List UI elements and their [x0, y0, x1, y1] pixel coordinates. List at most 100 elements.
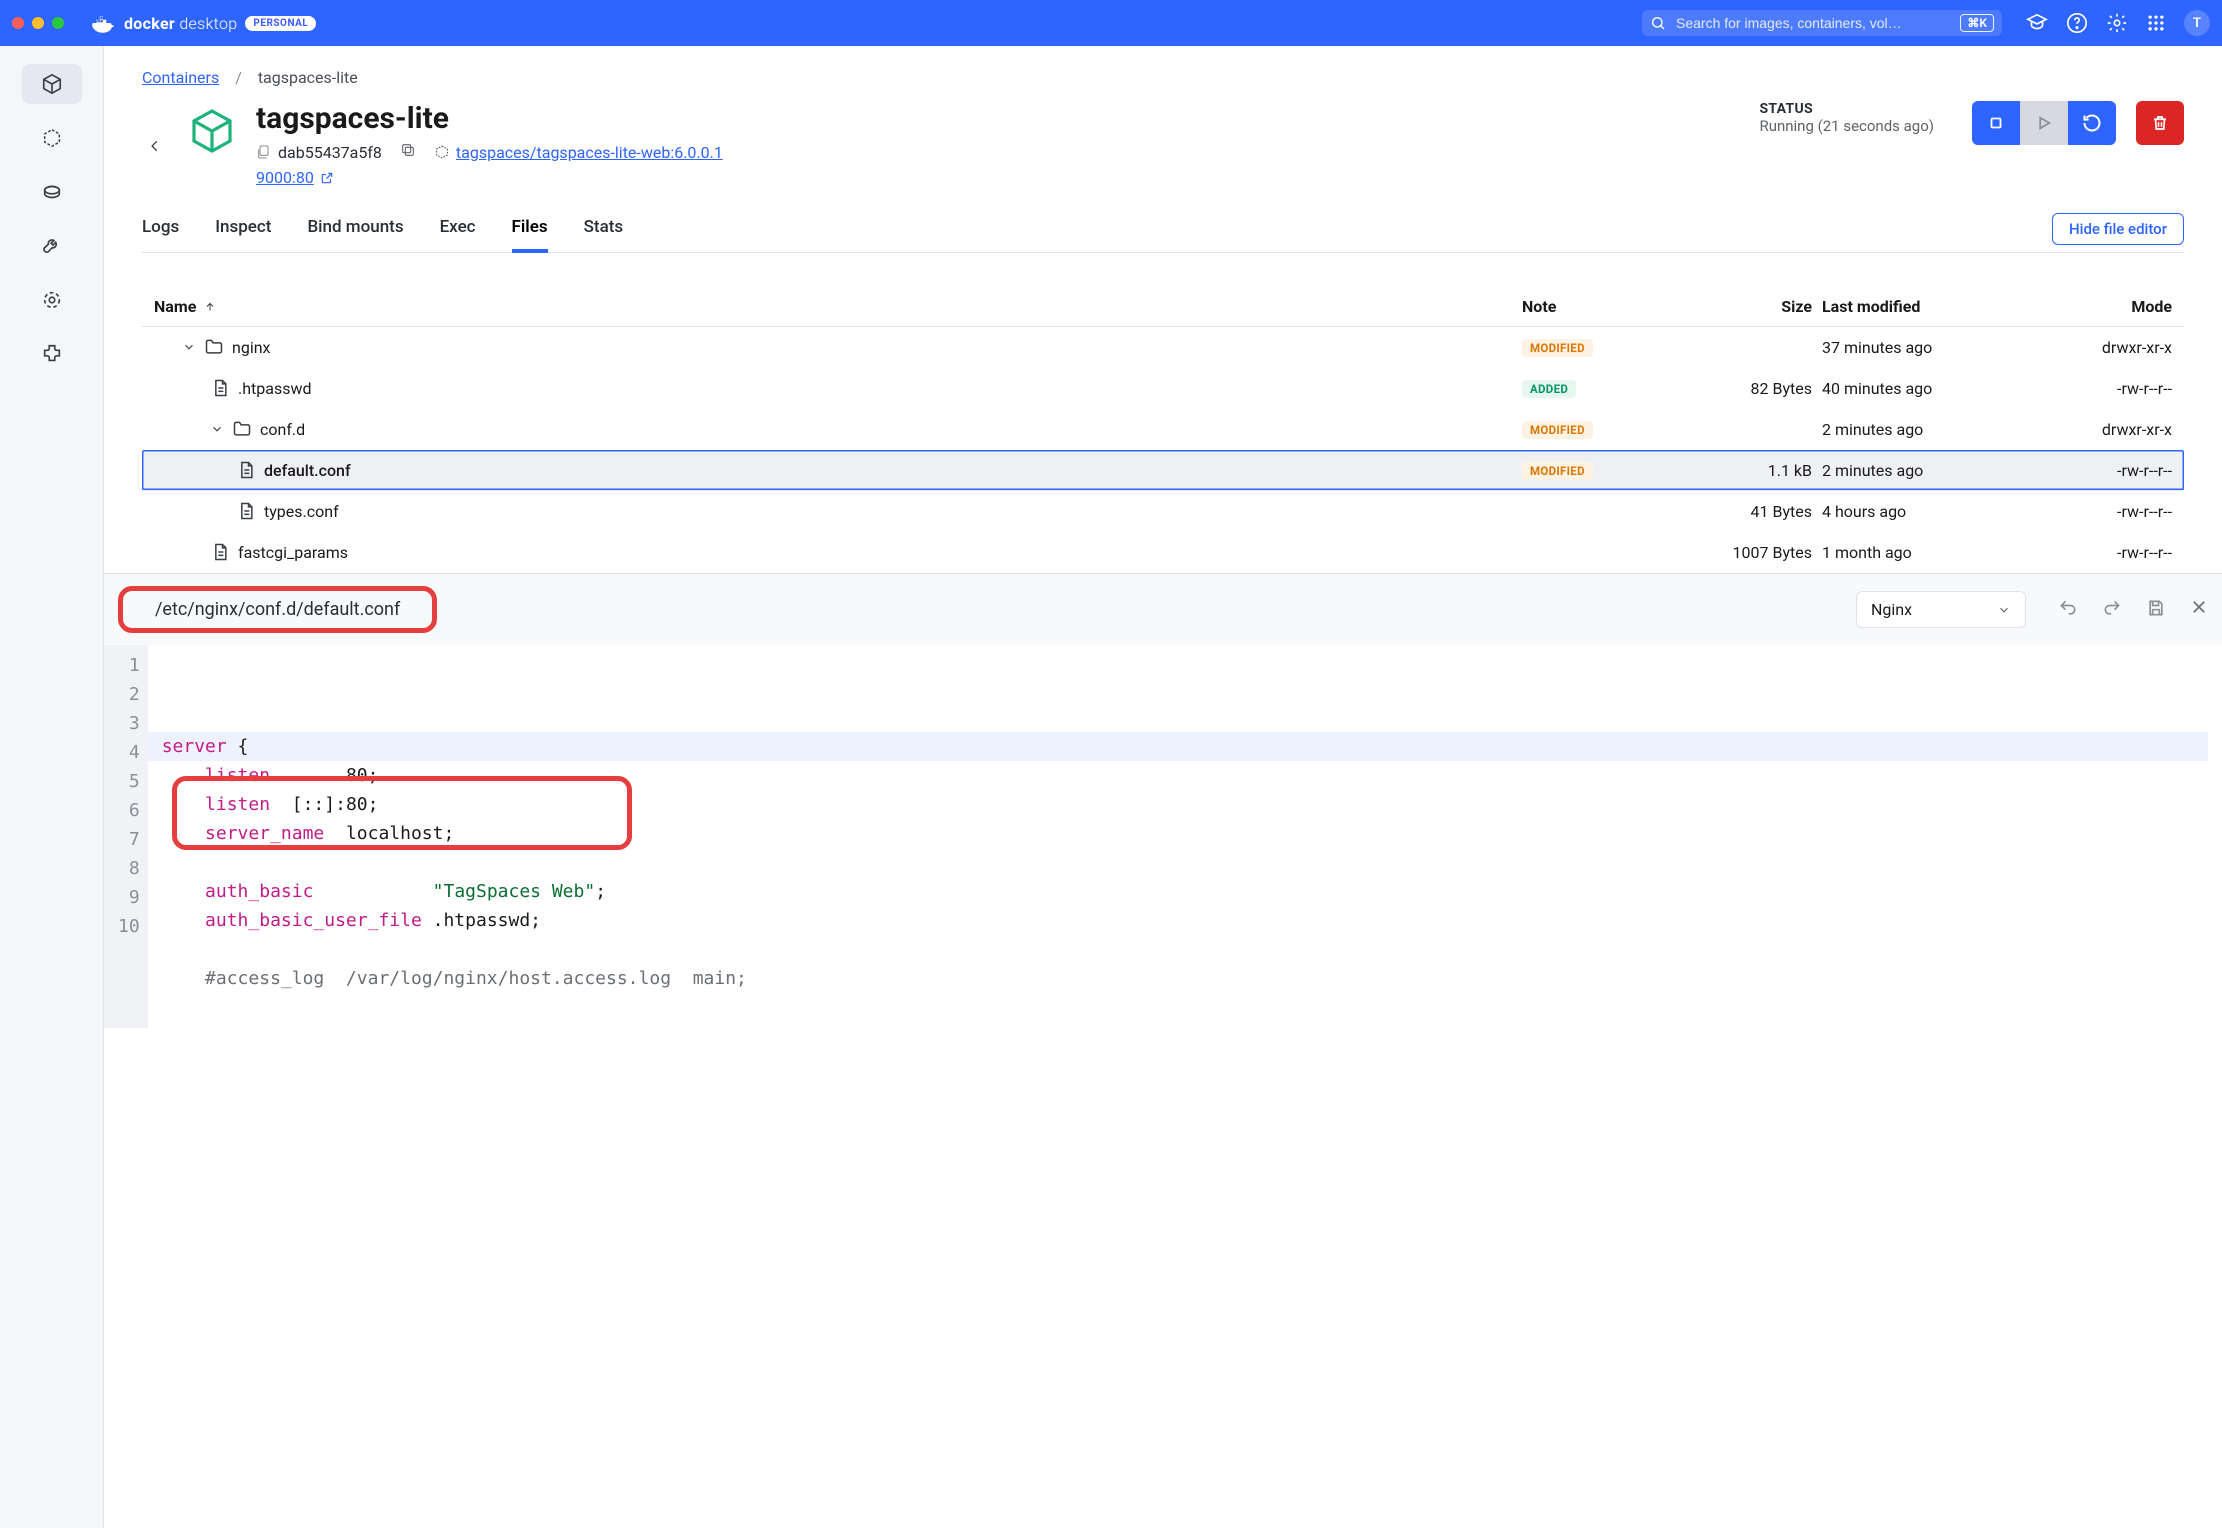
code-line[interactable]: listen 80; [162, 761, 2208, 790]
nav-dev-environments[interactable] [22, 226, 82, 266]
editor-header: /etc/nginx/conf.d/default.conf Nginx [104, 573, 2222, 645]
titlebar: docker desktop PERSONAL ⌘K T [0, 0, 2222, 46]
nav-images[interactable] [22, 118, 82, 158]
file-size: 1007 Bytes [1672, 543, 1812, 562]
file-mode: drwxr-xr-x [2032, 420, 2172, 439]
note-badge: MODIFIED [1522, 421, 1593, 439]
nav-sidebar [0, 46, 104, 1528]
search-input[interactable] [1674, 14, 1952, 32]
code-editor[interactable]: 12345678910 server { listen 80; listen [… [104, 645, 2222, 1028]
line-gutter: 12345678910 [104, 645, 148, 1028]
file-browser: Name Note Size Last modified Mode nginxM… [142, 287, 2184, 573]
nav-containers[interactable] [22, 64, 82, 104]
file-icon [236, 460, 256, 480]
nav-extensions[interactable] [22, 334, 82, 374]
apps-grid-icon[interactable] [2146, 13, 2166, 33]
expand-toggle-icon[interactable] [182, 340, 196, 354]
external-link-icon [320, 171, 334, 185]
brand-logo: docker desktop PERSONAL [90, 13, 316, 33]
col-mode[interactable]: Mode [2032, 297, 2172, 316]
container-tabs: Logs Inspect Bind mounts Exec Files Stats [142, 205, 623, 252]
code-line[interactable]: server_name localhost; [162, 819, 2208, 848]
window-close-button[interactable] [12, 17, 24, 29]
file-mode: -rw-r--r-- [2032, 461, 2172, 480]
breadcrumb: Containers / tagspaces-lite [142, 68, 2184, 87]
save-button[interactable] [2146, 598, 2166, 622]
nav-volumes[interactable] [22, 172, 82, 212]
status-block: STATUS Running (21 seconds ago) [1759, 101, 1934, 135]
code-line[interactable]: server { [148, 732, 2208, 761]
code-line[interactable]: #access_log /var/log/nginx/host.access.l… [162, 964, 2208, 993]
file-row[interactable]: types.conf41 Bytes4 hours ago-rw-r--r-- [142, 491, 2184, 532]
search-shortcut: ⌘K [1960, 14, 1994, 32]
delete-button[interactable] [2136, 101, 2184, 145]
code-line[interactable] [162, 935, 2208, 964]
expand-toggle-icon[interactable] [210, 422, 224, 436]
tab-files[interactable]: Files [512, 205, 548, 253]
redo-button[interactable] [2102, 598, 2122, 622]
file-name: .htpasswd [238, 379, 312, 398]
breadcrumb-current: tagspaces-lite [258, 68, 358, 87]
file-mode: -rw-r--r-- [2032, 379, 2172, 398]
code-line[interactable]: listen [::]:80; [162, 790, 2208, 819]
file-name: nginx [232, 338, 270, 357]
image-outline-icon [434, 144, 450, 160]
window-zoom-button[interactable] [52, 17, 64, 29]
code-content[interactable]: server { listen 80; listen [::]:80; serv… [148, 645, 2222, 1028]
file-row[interactable]: fastcgi_params1007 Bytes1 month ago-rw-r… [142, 532, 2184, 573]
file-name: conf.d [260, 420, 305, 439]
file-row[interactable]: .htpasswdADDED82 Bytes40 minutes ago-rw-… [142, 368, 2184, 409]
file-icon [210, 378, 230, 398]
container-title: tagspaces-lite [256, 101, 723, 136]
hide-file-editor-button[interactable]: Hide file editor [2052, 213, 2184, 245]
code-line[interactable]: auth_basic_user_file .htpasswd; [162, 906, 2208, 935]
docker-whale-icon [90, 13, 116, 33]
code-line[interactable] [162, 848, 2208, 877]
status-value: Running (21 seconds ago) [1759, 117, 1934, 135]
help-icon[interactable] [2066, 12, 2088, 34]
tab-stats[interactable]: Stats [584, 205, 624, 252]
tab-bind-mounts[interactable]: Bind mounts [307, 205, 403, 252]
file-row[interactable]: nginxMODIFIED37 minutes agodrwxr-xr-x [142, 327, 2184, 368]
col-name[interactable]: Name [154, 297, 196, 316]
port-link[interactable]: 9000:80 [256, 168, 723, 187]
copy-id-button[interactable] [400, 142, 416, 162]
nav-docker-scout[interactable] [22, 280, 82, 320]
code-line[interactable] [162, 993, 2208, 1022]
language-select[interactable]: Nginx [1856, 591, 2026, 628]
layers-icon [256, 144, 272, 160]
file-modified: 1 month ago [1822, 543, 2022, 562]
close-icon [2190, 598, 2208, 616]
back-button[interactable] [142, 129, 168, 167]
settings-icon[interactable] [2106, 12, 2128, 34]
col-size[interactable]: Size [1672, 297, 1812, 316]
file-name: fastcgi_params [238, 543, 348, 562]
file-mode: -rw-r--r-- [2032, 502, 2172, 521]
breadcrumb-root-link[interactable]: Containers [142, 68, 219, 87]
col-note[interactable]: Note [1522, 297, 1662, 316]
close-editor-button[interactable] [2190, 598, 2208, 622]
file-name: types.conf [264, 502, 339, 521]
tab-inspect[interactable]: Inspect [215, 205, 271, 252]
status-label: STATUS [1759, 101, 1934, 117]
file-row[interactable]: conf.dMODIFIED2 minutes agodrwxr-xr-x [142, 409, 2184, 450]
note-badge: MODIFIED [1522, 462, 1593, 480]
col-modified[interactable]: Last modified [1822, 297, 2022, 316]
file-row[interactable]: default.confMODIFIED1.1 kB2 minutes ago-… [142, 450, 2184, 491]
start-button-disabled [2020, 101, 2068, 145]
tab-exec[interactable]: Exec [440, 205, 476, 252]
undo-button[interactable] [2058, 598, 2078, 622]
brand-text: docker desktop [124, 14, 237, 33]
chevron-left-icon [148, 135, 162, 157]
learning-icon[interactable] [2026, 12, 2048, 34]
file-modified: 40 minutes ago [1822, 379, 2022, 398]
code-line[interactable]: auth_basic "TagSpaces Web"; [162, 877, 2208, 906]
tab-logs[interactable]: Logs [142, 205, 179, 252]
user-avatar[interactable]: T [2184, 10, 2210, 36]
file-mode: drwxr-xr-x [2032, 338, 2172, 357]
global-search[interactable]: ⌘K [1642, 10, 2002, 36]
window-minimize-button[interactable] [32, 17, 44, 29]
stop-button[interactable] [1972, 101, 2020, 145]
image-link[interactable]: tagspaces/tagspaces-lite-web:6.0.0.1 [456, 143, 723, 162]
restart-button[interactable] [2068, 101, 2116, 145]
